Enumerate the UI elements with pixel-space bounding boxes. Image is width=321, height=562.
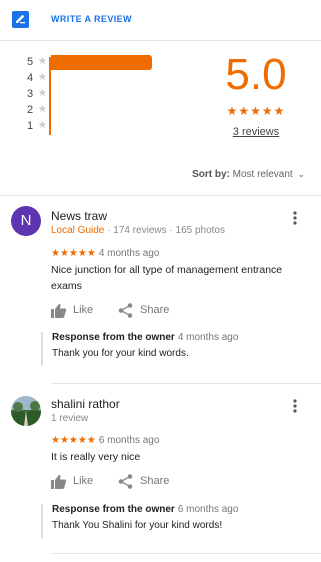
share-label: Share (140, 304, 170, 316)
chevron-down-icon[interactable]: ⌄ (297, 169, 305, 180)
review-divider (51, 553, 321, 554)
owner-response-header: Response from the owner 4 months ago (52, 332, 306, 343)
author-stats: · 174 reviews · 165 photos (107, 225, 225, 236)
thumb-up-icon (51, 303, 67, 318)
average-rating: 5.0 (225, 50, 287, 99)
star-icon: ★ (38, 72, 47, 83)
write-review-icon[interactable] (12, 11, 29, 28)
review-stars: ★★★★★ (51, 435, 96, 446)
star-icon: ★ (38, 88, 47, 99)
sort-value[interactable]: Most relevant (233, 169, 293, 180)
star-icon: ★ (38, 120, 47, 131)
owner-response-header: Response from the owner 6 months ago (52, 504, 306, 515)
share-icon (118, 474, 133, 489)
write-review-bar[interactable]: WRITE A REVIEW (0, 0, 321, 40)
share-button[interactable]: Share (118, 303, 178, 319)
review-date: 6 months ago (98, 435, 160, 446)
review-author[interactable]: News traw (51, 209, 107, 223)
owner-response: Response from the owner 4 months ago Than… (41, 332, 306, 366)
owner-response-label: Response from the owner (52, 332, 175, 343)
sort-dropdown[interactable]: Sort by: Most relevant ⌄ (192, 169, 305, 180)
review-text: Nice junction for all type of management… (51, 264, 283, 292)
avatar[interactable]: N (11, 206, 41, 236)
owner-response-label: Response from the owner (52, 504, 175, 515)
sort-label: Sort by: (192, 169, 230, 180)
histogram-label: 5 (27, 56, 34, 68)
histogram-label: 2 (27, 104, 34, 116)
owner-response-text: Thank you for your kind words. (52, 348, 189, 359)
divider (0, 40, 321, 41)
like-label: Like (73, 475, 94, 487)
like-label: Like (73, 304, 94, 316)
review-rating: ★★★★★ 4 months ago (51, 248, 159, 259)
histogram-label: 3 (27, 88, 34, 100)
review-stars: ★★★★★ (51, 248, 96, 259)
review-date: 4 months ago (98, 248, 160, 259)
owner-response-date: 4 months ago (177, 332, 239, 343)
histogram-bar-5 (51, 55, 152, 70)
share-button[interactable]: Share (118, 474, 178, 490)
share-label: Share (140, 475, 170, 487)
histogram-label: 1 (27, 120, 34, 132)
histogram-row-1: 1 ★ (27, 120, 167, 134)
average-stars: ★★★★★ (226, 104, 286, 118)
star-icon: ★ (38, 56, 47, 67)
share-icon (118, 303, 133, 318)
review-author[interactable]: shalini rathor (51, 397, 120, 411)
owner-response: Response from the owner 6 months ago Than… (41, 504, 306, 538)
author-stats: 1 review (51, 413, 89, 424)
star-icon: ★ (38, 104, 47, 115)
avatar[interactable] (11, 396, 41, 426)
review-count-link[interactable]: 3 reviews (220, 126, 292, 138)
owner-response-text: Thank You Shalini for your kind words! (52, 520, 223, 531)
local-guide-badge: Local Guide (51, 225, 105, 236)
like-button[interactable]: Like (51, 303, 111, 319)
more-vert-icon[interactable] (290, 398, 300, 414)
histogram-row-4: 4 ★ (27, 72, 167, 86)
histogram-row-2: 2 ★ (27, 104, 167, 118)
thumb-up-icon (51, 474, 67, 489)
like-button[interactable]: Like (51, 474, 111, 490)
owner-response-date: 6 months ago (177, 504, 239, 515)
review-rating: ★★★★★ 6 months ago (51, 435, 159, 446)
histogram-row-3: 3 ★ (27, 88, 167, 102)
histogram-label: 4 (27, 72, 34, 84)
more-vert-icon[interactable] (290, 210, 300, 226)
review-text: It is really very nice (51, 451, 141, 463)
review-author-meta: Local Guide · 174 reviews · 165 photos (51, 225, 225, 236)
write-review-link[interactable]: WRITE A REVIEW (51, 14, 132, 24)
review-divider (51, 383, 321, 384)
divider (0, 195, 321, 196)
